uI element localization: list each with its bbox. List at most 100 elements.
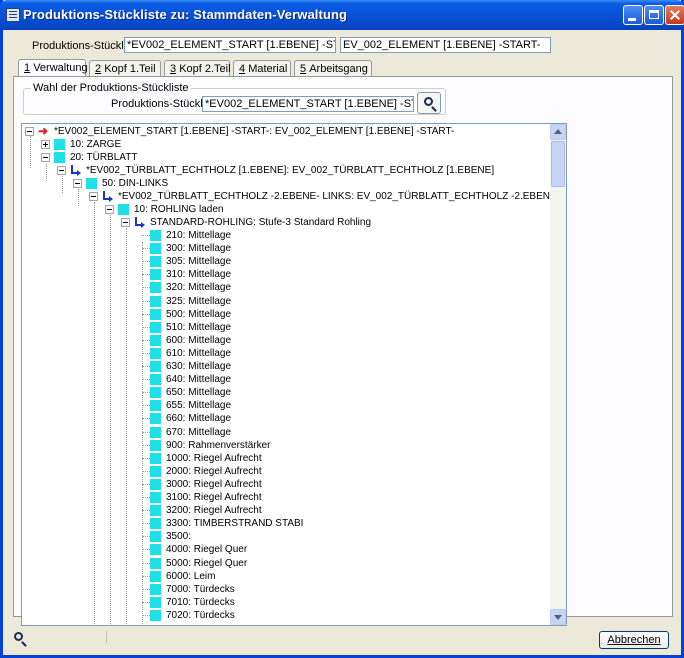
tree-guide [142, 445, 150, 446]
tree-node-label: 1000: Riegel Aufrecht [166, 453, 262, 464]
tab-arbeitsgang[interactable]: 5 Arbeitsgang [294, 60, 372, 77]
tree-node-label: 7010: Türdecks [166, 597, 235, 608]
maximize-button[interactable] [644, 5, 664, 25]
arrow-right-icon: ➜ [38, 124, 49, 138]
component-square-icon [150, 296, 161, 307]
collapse-icon[interactable] [105, 205, 114, 214]
tree-node-label: 3300: TIMBERSTRAND STABI [166, 518, 304, 529]
component-square-icon [118, 204, 129, 215]
component-square-icon [150, 361, 161, 372]
tree-guide [142, 471, 150, 472]
collapse-icon[interactable] [41, 153, 50, 162]
selection-group-title: Wahl der Produktions-Stückliste [31, 82, 191, 94]
component-square-icon [150, 230, 161, 241]
tree-guide [142, 392, 150, 393]
component-square-icon [150, 453, 161, 464]
tree-guide [142, 497, 150, 498]
tree-node-label: 10: ZARGE [70, 139, 122, 150]
tree-node-label: 655: Mittellage [166, 400, 232, 411]
tab-material[interactable]: 4 Material [233, 60, 291, 77]
collapse-icon[interactable] [89, 192, 98, 201]
tree-guide [142, 615, 150, 616]
collapse-icon[interactable] [57, 166, 66, 175]
expand-icon[interactable] [41, 140, 50, 149]
tree-guide [142, 432, 150, 433]
tree-guide [142, 563, 150, 564]
search-icon [424, 97, 433, 106]
tree-node-label: 500: Mittellage [166, 309, 232, 320]
tree-guide [46, 164, 47, 181]
tree-guide [142, 602, 150, 603]
tree-node-label: *EV002_TÜRBLATT_ECHTHOLZ [1.EBENE]: EV_0… [86, 165, 495, 176]
tree-guide [142, 340, 150, 341]
cancel-button[interactable]: Abbrechen [599, 631, 669, 649]
tab-kopf-1-teil[interactable]: 2 Kopf 1.Teil [89, 60, 161, 77]
tree-node-label: 610: Mittellage [166, 348, 232, 359]
component-square-icon [86, 178, 97, 189]
scroll-up-button[interactable] [550, 124, 566, 140]
tree-scrollbar[interactable] [550, 124, 566, 625]
close-button[interactable] [665, 5, 684, 25]
collapse-icon[interactable] [25, 127, 34, 136]
tree-guide [142, 274, 150, 275]
sub-bom-arrow-icon [134, 217, 145, 228]
component-square-icon [150, 282, 161, 293]
selection-input[interactable]: *EV002_ELEMENT_START [1.EBENE] -START- [202, 96, 414, 112]
tree-guide [142, 589, 150, 590]
tree-guide [142, 536, 150, 537]
tree-node-label: 650: Mittellage [166, 387, 232, 398]
title-bar[interactable]: Produktions-Stückliste zu: Stammdaten-Ve… [0, 0, 684, 30]
tree-guide [142, 248, 150, 249]
component-square-icon [150, 243, 161, 254]
tree-guide [142, 484, 150, 485]
component-square-icon [150, 505, 161, 516]
tree-guide [142, 314, 150, 315]
collapse-icon[interactable] [121, 218, 130, 227]
tree-guide [142, 405, 150, 406]
tree-node-label: 3000: Riegel Aufrecht [166, 479, 262, 490]
tree-node-label: 20: TÜRBLATT [70, 152, 138, 163]
component-square-icon [150, 322, 161, 333]
tree-node-label: 50: DIN-LINKS [102, 178, 169, 189]
tree-guide [94, 202, 95, 625]
component-square-icon [150, 440, 161, 451]
tree-node-label: 320: Mittellage [166, 282, 232, 293]
tree-guide [142, 418, 150, 419]
tree-node-label: 3200: Riegel Aufrecht [166, 505, 262, 516]
tree-guide [142, 242, 143, 625]
tree-node-label: 210: Mittellage [166, 230, 232, 241]
tree-node-label: 640: Mittellage [166, 374, 232, 385]
component-square-icon [150, 597, 161, 608]
tree-guide [142, 287, 150, 288]
tree-node-label: 510: Mittellage [166, 322, 232, 333]
collapse-icon[interactable] [73, 179, 82, 188]
minimize-button[interactable] [623, 5, 643, 25]
tree-guide [142, 458, 150, 459]
app-icon [6, 8, 20, 22]
tree-node-label: *EV002_ELEMENT_START [1.EBENE] -START-: … [54, 126, 455, 137]
scroll-down-button[interactable] [550, 609, 566, 625]
search-button[interactable] [417, 92, 441, 114]
component-square-icon [150, 518, 161, 529]
tree-node-label: 325: Mittellage [166, 296, 232, 307]
tree-guide [142, 523, 150, 524]
stueckliste-code-field[interactable]: *EV002_ELEMENT_START [1.EBENE] -START- [124, 37, 336, 53]
component-square-icon [150, 558, 161, 569]
tab-kopf-2-teil[interactable]: 3 Kopf 2.Teil [164, 60, 231, 77]
tree-node-label: 3500: [166, 531, 192, 542]
tree-guide [126, 228, 127, 625]
component-square-icon [54, 152, 65, 163]
tree-node-label: 630: Mittellage [166, 361, 232, 372]
stueckliste-name-field[interactable]: EV_002_ELEMENT [1.EBENE] -START- [340, 37, 551, 53]
tree-node-label: 4000: Riegel Quer [166, 544, 248, 555]
tree-node-label: 2000: Riegel Aufrecht [166, 466, 262, 477]
tree-guide [142, 235, 150, 236]
component-square-icon [150, 466, 161, 477]
component-square-icon [150, 256, 161, 267]
bom-tree[interactable]: ➜ *EV002_ELEMENT_START [1.EBENE] -START-… [21, 123, 567, 626]
tree-node-label: *EV002_TÜRBLATT_ECHTHOLZ -2.EBENE- LINKS… [118, 191, 567, 202]
scroll-thumb[interactable] [551, 141, 565, 187]
zoom-icon[interactable] [14, 632, 23, 641]
component-square-icon [150, 269, 161, 280]
tree-guide [110, 215, 111, 625]
